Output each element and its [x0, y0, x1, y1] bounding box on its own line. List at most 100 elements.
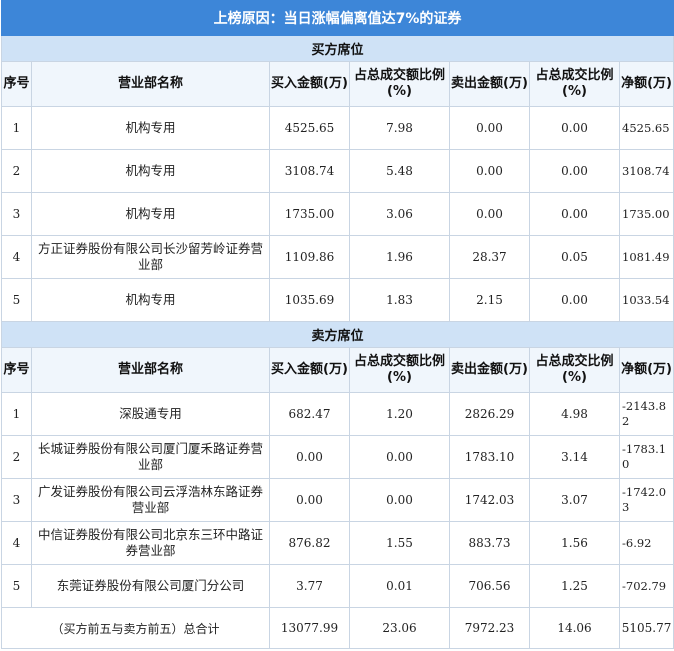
cell-buy-ratio: 5.48 — [349, 149, 450, 193]
cell-buy-amount: 876.82 — [269, 521, 350, 565]
cell-net-amount: 1735.00 — [618, 192, 674, 236]
cell-sell-amount: 0.00 — [449, 192, 530, 236]
cell-buy-ratio: 7.98 — [349, 106, 450, 150]
cell-buy-amount: 1735.00 — [269, 192, 350, 236]
total-net-amount: 5105.77 — [618, 607, 674, 649]
header-buy-ratio: 占总成交额比例(%) — [349, 347, 450, 393]
cell-sell-amount: 1783.10 — [449, 435, 530, 479]
cell-net-amount: 1081.49 — [618, 235, 674, 279]
cell-index: 1 — [1, 392, 32, 436]
cell-branch-name: 广发证券股份有限公司云浮浩林东路证券营业部 — [31, 478, 270, 522]
cell-buy-amount: 3.77 — [269, 564, 350, 608]
cell-buy-amount: 3108.74 — [269, 149, 350, 193]
longhu-table: 上榜原因：当日涨幅偏离值达7%的证券 买方席位 序号 营业部名称 买入金额(万) 占总成… — [0, 0, 674, 649]
cell-buy-ratio: 1.96 — [349, 235, 450, 279]
cell-net-amount: -6.92 — [618, 521, 674, 565]
cell-sell-ratio: 0.00 — [529, 192, 620, 236]
cell-sell-amount: 706.56 — [449, 564, 530, 608]
cell-net-amount: -2143.82 — [618, 392, 674, 436]
cell-index: 5 — [1, 564, 32, 608]
header-branch-name: 营业部名称 — [31, 61, 270, 107]
buy-section-header-label: 买方席位 — [0, 35, 674, 62]
cell-index: 4 — [1, 235, 32, 279]
cell-sell-ratio: 0.00 — [529, 149, 620, 193]
cell-buy-amount: 4525.65 — [269, 106, 350, 150]
buy-row: 2 机构专用 3108.74 5.48 0.00 0.00 3108.74 — [1, 149, 674, 193]
sell-row: 2 长城证券股份有限公司厦门厦禾路证券营业部 0.00 0.00 1783.10 3.14… — [1, 435, 674, 479]
buy-row: 4 方正证券股份有限公司长沙留芳岭证券营业部 1109.86 1.96 28.37 0.0… — [1, 235, 674, 279]
header-sell-amount: 卖出金额(万) — [449, 61, 530, 107]
cell-sell-ratio: 1.56 — [529, 521, 620, 565]
cell-branch-name: 机构专用 — [31, 192, 270, 236]
cell-sell-amount: 0.00 — [449, 149, 530, 193]
buy-section-header: 买方席位 — [0, 35, 674, 62]
sell-column-headers: 序号 营业部名称 买入金额(万) 占总成交额比例(%) 卖出金额(万) 占总成交比例(%)… — [1, 347, 674, 393]
cell-net-amount: -1783.10 — [618, 435, 674, 479]
cell-buy-amount: 0.00 — [269, 435, 350, 479]
buy-row: 1 机构专用 4525.65 7.98 0.00 0.00 4525.65 — [1, 106, 674, 150]
sell-row: 5 东莞证券股份有限公司厦门分公司 3.77 0.01 706.56 1.25 -702.7… — [1, 564, 674, 608]
header-sell-ratio: 占总成交比例(%) — [529, 61, 620, 107]
cell-buy-amount: 1109.86 — [269, 235, 350, 279]
header-sell-amount: 卖出金额(万) — [449, 347, 530, 393]
header-index: 序号 — [1, 347, 32, 393]
sell-row: 1 深股通专用 682.47 1.20 2826.29 4.98 -2143.82 — [1, 392, 674, 436]
cell-sell-ratio: 0.00 — [529, 106, 620, 150]
cell-buy-amount: 1035.69 — [269, 278, 350, 322]
sell-section-header: 卖方席位 — [0, 321, 674, 348]
cell-branch-name: 机构专用 — [31, 278, 270, 322]
cell-index: 3 — [1, 192, 32, 236]
total-buy-ratio: 23.06 — [349, 607, 450, 649]
sell-section-header-label: 卖方席位 — [0, 321, 674, 348]
cell-sell-ratio: 0.00 — [529, 278, 620, 322]
cell-sell-ratio: 3.14 — [529, 435, 620, 479]
cell-branch-name: 方正证券股份有限公司长沙留芳岭证券营业部 — [31, 235, 270, 279]
header-index: 序号 — [1, 61, 32, 107]
sell-row: 4 中信证券股份有限公司北京东三环中路证券营业部 876.82 1.55 883.73 1… — [1, 521, 674, 565]
total-sell-ratio: 14.06 — [529, 607, 620, 649]
cell-sell-amount: 2.15 — [449, 278, 530, 322]
sell-row: 3 广发证券股份有限公司云浮浩林东路证券营业部 0.00 0.00 1742.03 3.0… — [1, 478, 674, 522]
total-row: （买方前五与卖方前五）总合计 13077.99 23.06 7972.23 14.06 5… — [1, 607, 674, 649]
cell-index: 2 — [1, 149, 32, 193]
header-sell-ratio: 占总成交比例(%) — [529, 347, 620, 393]
buy-column-headers: 序号 营业部名称 买入金额(万) 占总成交额比例(%) 卖出金额(万) 占总成交比例(%)… — [1, 61, 674, 107]
cell-sell-amount: 28.37 — [449, 235, 530, 279]
cell-branch-name: 机构专用 — [31, 106, 270, 150]
cell-index: 3 — [1, 478, 32, 522]
cell-buy-ratio: 1.20 — [349, 392, 450, 436]
cell-branch-name: 长城证券股份有限公司厦门厦禾路证券营业部 — [31, 435, 270, 479]
cell-net-amount: -1742.03 — [618, 478, 674, 522]
header-buy-amount: 买入金额(万) — [269, 347, 350, 393]
table-title: 上榜原因：当日涨幅偏离值达7%的证券 — [0, 0, 674, 36]
cell-net-amount: -702.79 — [618, 564, 674, 608]
buy-row: 5 机构专用 1035.69 1.83 2.15 0.00 1033.54 — [1, 278, 674, 322]
header-buy-ratio: 占总成交额比例(%) — [349, 61, 450, 107]
header-buy-amount: 买入金额(万) — [269, 61, 350, 107]
header-branch-name: 营业部名称 — [31, 347, 270, 393]
cell-branch-name: 深股通专用 — [31, 392, 270, 436]
total-sell-amount: 7972.23 — [449, 607, 530, 649]
cell-buy-ratio: 3.06 — [349, 192, 450, 236]
cell-buy-ratio: 1.83 — [349, 278, 450, 322]
title-row: 上榜原因：当日涨幅偏离值达7%的证券 — [0, 0, 674, 36]
total-buy-amount: 13077.99 — [269, 607, 350, 649]
cell-sell-ratio: 0.05 — [529, 235, 620, 279]
cell-buy-ratio: 0.00 — [349, 435, 450, 479]
cell-net-amount: 3108.74 — [618, 149, 674, 193]
cell-buy-ratio: 0.01 — [349, 564, 450, 608]
cell-sell-ratio: 1.25 — [529, 564, 620, 608]
cell-sell-amount: 883.73 — [449, 521, 530, 565]
total-label: （买方前五与卖方前五）总合计 — [1, 607, 270, 649]
header-net-amount: 净额(万) — [618, 61, 674, 107]
cell-net-amount: 1033.54 — [618, 278, 674, 322]
cell-index: 4 — [1, 521, 32, 565]
cell-branch-name: 中信证券股份有限公司北京东三环中路证券营业部 — [31, 521, 270, 565]
cell-branch-name: 机构专用 — [31, 149, 270, 193]
header-net-amount: 净额(万) — [618, 347, 674, 393]
cell-sell-amount: 1742.03 — [449, 478, 530, 522]
cell-buy-amount: 682.47 — [269, 392, 350, 436]
cell-buy-amount: 0.00 — [269, 478, 350, 522]
cell-index: 5 — [1, 278, 32, 322]
cell-buy-ratio: 1.55 — [349, 521, 450, 565]
